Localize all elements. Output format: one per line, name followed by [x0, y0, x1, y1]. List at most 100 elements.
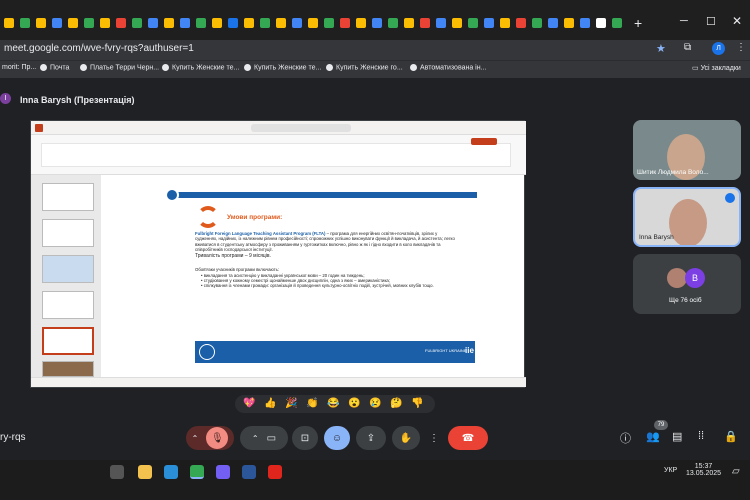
- url-text[interactable]: meet.google.com/wve-fvry-rqs?authuser=1: [4, 43, 194, 54]
- slide-thumbnail[interactable]: [42, 361, 94, 377]
- all-bookmarks[interactable]: ▭ Усі закладки: [692, 64, 741, 72]
- camera-button[interactable]: ⌃ ▭: [240, 426, 288, 450]
- reaction-thumbs-up[interactable]: 👍: [264, 398, 276, 409]
- new-tab-icon[interactable]: +: [634, 15, 642, 31]
- tab-icon[interactable]: [52, 18, 62, 28]
- host-controls-icon[interactable]: 🔒: [724, 430, 738, 443]
- chevron-up-icon[interactable]: ⌃: [192, 434, 199, 443]
- tab-icon[interactable]: [548, 18, 558, 28]
- reaction-clap[interactable]: 👏: [306, 398, 318, 409]
- reaction-laugh[interactable]: 😂: [327, 398, 339, 409]
- tab-icon[interactable]: [180, 18, 190, 28]
- tab-icon[interactable]: [532, 18, 542, 28]
- participant-tile-speaking[interactable]: Inna Barysh: [633, 187, 741, 247]
- tab-icon[interactable]: [612, 18, 622, 28]
- word-icon[interactable]: [242, 465, 256, 479]
- emoji-button[interactable]: ☺: [324, 426, 350, 450]
- mic-off-icon[interactable]: 🎙: [206, 427, 229, 449]
- bookmark-item[interactable]: Платье Терри Черн...: [80, 64, 159, 71]
- chevron-up-icon[interactable]: ⌃: [252, 434, 259, 443]
- reaction-heart[interactable]: 💖: [243, 398, 255, 409]
- tab-icon[interactable]: [132, 18, 142, 28]
- edge-icon[interactable]: [164, 465, 178, 479]
- more-options-button[interactable]: ⋮: [424, 426, 444, 450]
- tab-icon[interactable]: [212, 18, 222, 28]
- menu-icon[interactable]: ⋮: [736, 42, 746, 53]
- tab-icon[interactable]: [4, 18, 14, 28]
- tab-icon[interactable]: [484, 18, 494, 28]
- tab-icon[interactable]: [420, 18, 430, 28]
- tab-icon[interactable]: [388, 18, 398, 28]
- tab-icon[interactable]: [164, 18, 174, 28]
- bookmark-item[interactable]: morit: Пр...: [2, 64, 36, 71]
- tab-icon[interactable]: [356, 18, 366, 28]
- close-icon[interactable]: ✕: [732, 14, 742, 28]
- more-participants-tile[interactable]: B Ще 76 осіб: [633, 254, 741, 314]
- tab-icon[interactable]: [500, 18, 510, 28]
- raise-hand-button[interactable]: ✋: [392, 426, 420, 450]
- activities-icon[interactable]: ⁞⁞: [698, 430, 704, 442]
- tab-icon[interactable]: [196, 18, 206, 28]
- tab-icon[interactable]: [84, 18, 94, 28]
- tab-icon[interactable]: [260, 18, 270, 28]
- slide-thumbnail[interactable]: [42, 255, 94, 283]
- bookmark-item[interactable]: Почта: [40, 64, 69, 71]
- reaction-thumbs-down[interactable]: 👎: [411, 398, 423, 409]
- language-indicator[interactable]: УКР: [664, 467, 677, 474]
- slide-thumbnail[interactable]: [42, 183, 94, 211]
- bookmark-star-icon[interactable]: ★: [656, 42, 666, 55]
- reaction-surprised[interactable]: 😮: [348, 398, 360, 409]
- tab-icon[interactable]: [452, 18, 462, 28]
- tab-icon[interactable]: [468, 18, 478, 28]
- tab-icon[interactable]: [116, 18, 126, 28]
- info-icon[interactable]: ⓘ: [620, 430, 631, 446]
- participant-tile[interactable]: Шитик Людмила Воло...: [633, 120, 741, 180]
- bookmark-item[interactable]: Купить Женские го...: [326, 64, 403, 71]
- tab-icon[interactable]: [340, 18, 350, 28]
- task-view-icon[interactable]: [110, 465, 124, 479]
- tab-icon[interactable]: [308, 18, 318, 28]
- tab-icon[interactable]: [436, 18, 446, 28]
- opera-icon[interactable]: [268, 465, 282, 479]
- share-button[interactable]: [471, 138, 497, 145]
- tab-icon[interactable]: [564, 18, 574, 28]
- present-button[interactable]: ⇪: [356, 426, 386, 450]
- bookmark-item[interactable]: Автоматизована ін...: [410, 64, 486, 71]
- tab-icon[interactable]: [228, 18, 238, 28]
- tab-icon[interactable]: [372, 18, 382, 28]
- reaction-sad[interactable]: 😢: [369, 398, 381, 409]
- reaction-thinking[interactable]: 🤔: [390, 398, 402, 409]
- tab-icon[interactable]: [68, 18, 78, 28]
- people-icon[interactable]: 👥: [646, 430, 660, 443]
- captions-button[interactable]: ⊡: [292, 426, 318, 450]
- tab-icon[interactable]: [100, 18, 110, 28]
- tab-icon[interactable]: [580, 18, 590, 28]
- viber-icon[interactable]: [216, 465, 230, 479]
- slide-thumbnail[interactable]: [42, 291, 94, 319]
- search-box[interactable]: [251, 124, 351, 132]
- bookmark-item[interactable]: Купить Женские те...: [162, 64, 239, 71]
- slide-thumbnail[interactable]: [42, 219, 94, 247]
- extensions-icon[interactable]: ⧉: [684, 42, 691, 53]
- notification-icon[interactable]: ▱: [732, 466, 740, 477]
- reaction-party[interactable]: 🎉: [285, 398, 297, 409]
- mic-button[interactable]: ⌃ 🎙: [186, 426, 234, 450]
- tab-icon[interactable]: [404, 18, 414, 28]
- slide-thumbnail-selected[interactable]: [42, 327, 94, 355]
- leave-call-button[interactable]: ☎: [448, 426, 488, 450]
- chrome-icon[interactable]: [190, 465, 204, 479]
- tab-icon[interactable]: [36, 18, 46, 28]
- file-explorer-icon[interactable]: [138, 465, 152, 479]
- chat-icon[interactable]: ▤: [672, 430, 682, 443]
- tab-icon[interactable]: [596, 18, 606, 28]
- minimize-icon[interactable]: ─: [680, 15, 688, 27]
- tab-icon[interactable]: [324, 18, 334, 28]
- tab-icon[interactable]: [20, 18, 30, 28]
- tab-icon[interactable]: [276, 18, 286, 28]
- profile-avatar[interactable]: Л: [712, 42, 725, 55]
- system-clock[interactable]: 15:37 13.05.2025: [686, 463, 721, 477]
- tab-icon[interactable]: [516, 18, 526, 28]
- tab-icon[interactable]: [292, 18, 302, 28]
- tab-icon[interactable]: [244, 18, 254, 28]
- bookmark-item[interactable]: Купить Женские те...: [244, 64, 321, 71]
